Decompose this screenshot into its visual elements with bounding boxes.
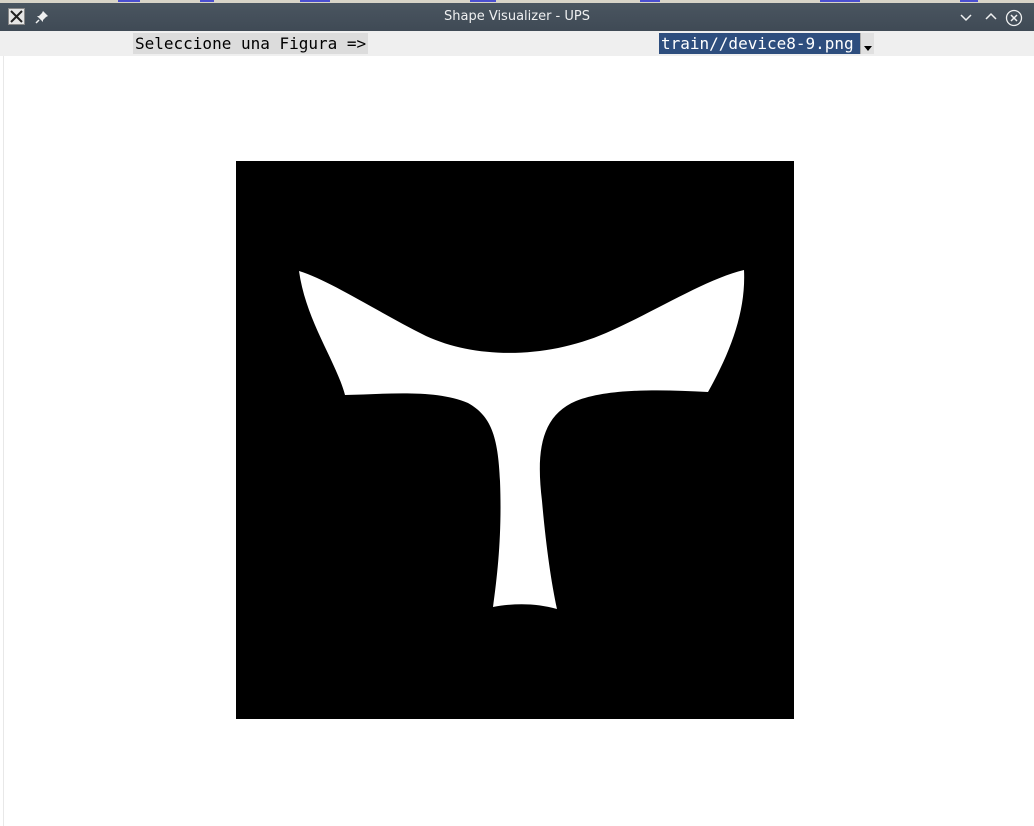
window-title: Shape Visualizer - UPS [444,9,590,24]
chevron-down-icon [960,14,972,22]
shape-image-svg [236,161,794,719]
close-circle-icon [1005,9,1023,27]
chevron-up-icon [985,12,997,20]
shape-image [236,161,794,719]
maximize-button[interactable] [983,9,999,25]
dropdown-arrow-icon[interactable] [860,33,874,54]
minimize-button[interactable] [958,9,974,25]
window-titlebar[interactable]: Shape Visualizer - UPS [0,3,1034,31]
figure-select[interactable]: train//device8-9.png [659,33,874,54]
figure-select-value[interactable]: train//device8-9.png [659,33,860,54]
close-button[interactable] [1005,9,1023,27]
toolbar: Seleccione una Figura => train//device8-… [0,31,1034,56]
figure-prompt-label: Seleccione una Figura => [133,33,369,54]
